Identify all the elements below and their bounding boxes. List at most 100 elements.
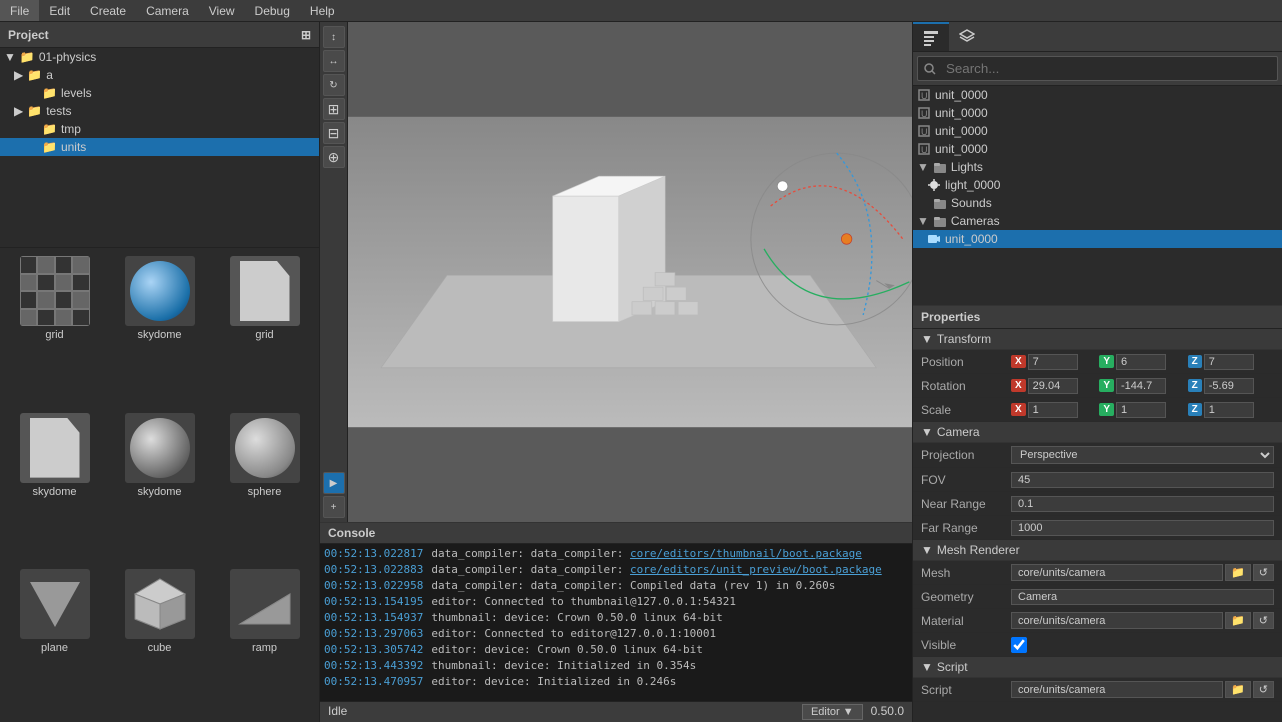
console-time: 00:52:13.022958 [324, 578, 423, 594]
scene-item-light0000[interactable]: light_0000 [913, 176, 1282, 194]
mesh-input[interactable] [1011, 564, 1223, 581]
asset-thumb-skydome2 [20, 413, 90, 483]
menu-debug[interactable]: Debug [245, 0, 300, 21]
scene-item-unit0[interactable]: U unit_0000 [913, 86, 1282, 104]
scene-item-label: unit_0000 [935, 106, 988, 120]
grid-cell [55, 256, 73, 274]
tree-item-levels[interactable]: 📁 levels [0, 84, 319, 102]
tree-item-01physics[interactable]: ▼ 📁 01-physics [0, 48, 319, 66]
grid-cell [20, 291, 38, 309]
material-clear-btn[interactable]: ↺ [1253, 612, 1274, 629]
script-clear-btn[interactable]: ↺ [1253, 681, 1274, 698]
search-icon [924, 63, 936, 75]
fov-input[interactable] [1011, 472, 1274, 488]
asset-skydome2[interactable]: skydome [4, 409, 105, 562]
material-input[interactable] [1011, 612, 1223, 629]
toolbar-pan-btn[interactable]: ↔ [323, 50, 345, 72]
rotation-values: X Y Z [1011, 378, 1274, 394]
rot-x-input[interactable] [1028, 378, 1078, 394]
scene-item-unit2[interactable]: U unit_0000 [913, 122, 1282, 140]
console-line: 00:52:13.297063 editor: Connected to edi… [324, 626, 908, 642]
scale-z-input[interactable] [1204, 402, 1254, 418]
projection-select[interactable]: Perspective [1011, 446, 1274, 464]
pos-z-input[interactable] [1204, 354, 1254, 370]
rot-z-input[interactable] [1204, 378, 1254, 394]
scene-item-unit3[interactable]: U unit_0000 [913, 140, 1282, 158]
asset-skydome1[interactable]: skydome [109, 252, 210, 405]
far-range-input[interactable] [1011, 520, 1274, 536]
asset-skydome3[interactable]: skydome [109, 409, 210, 562]
tree-item-a[interactable]: ▶ 📁 a [0, 66, 319, 84]
grid-cell [37, 291, 55, 309]
geometry-input[interactable] [1011, 589, 1274, 605]
pos-y-input[interactable] [1116, 354, 1166, 370]
scale-y-field: Y [1099, 402, 1185, 418]
editor-dropdown-btn[interactable]: Editor ▼ [802, 704, 863, 720]
scene-item-lights[interactable]: ▼ Mesh Renderer Lights [913, 158, 1282, 176]
toolbar-add-btn[interactable]: ⊕ [323, 146, 345, 168]
console-content[interactable]: 00:52:13.022817 data_compiler: data_comp… [320, 544, 912, 701]
search-input[interactable] [940, 59, 1271, 78]
asset-grid1[interactable]: grid [4, 252, 105, 405]
scale-x-input[interactable] [1028, 402, 1078, 418]
asset-sphere1[interactable]: sphere [214, 409, 315, 562]
menu-help[interactable]: Help [300, 0, 345, 21]
project-icon[interactable]: ⊞ [301, 28, 311, 42]
menu-file[interactable]: File [0, 0, 39, 21]
tree-item-units[interactable]: 📁 units [0, 138, 319, 156]
mesh-clear-btn[interactable]: ↺ [1253, 564, 1274, 581]
properties-label: Properties [921, 310, 980, 324]
console-footer-right: Editor ▼ 0.50.0 [802, 704, 904, 720]
visible-checkbox[interactable] [1011, 637, 1027, 653]
menu-view[interactable]: View [199, 0, 245, 21]
scene-item-cameras[interactable]: ▼ Cameras [913, 212, 1282, 230]
material-browse-btn[interactable]: 📁 [1225, 612, 1251, 629]
scene-item-label: Cameras [951, 214, 1000, 228]
scene-item-sounds[interactable]: Sounds [913, 194, 1282, 212]
camera-section-label: Camera [937, 425, 980, 439]
scale-y-input[interactable] [1116, 402, 1166, 418]
tree-item-tests[interactable]: ▶ 📁 tests [0, 102, 319, 120]
tab-layers[interactable] [949, 22, 985, 51]
transform-section-header[interactable]: ▼ Transform [913, 329, 1282, 350]
scene-item-label: unit_0000 [935, 88, 988, 102]
menu-camera[interactable]: Camera [136, 0, 199, 21]
search-bar [913, 52, 1282, 86]
mesh-renderer-section-header[interactable]: ▼ Mesh Renderer [913, 540, 1282, 561]
menu-create[interactable]: Create [80, 0, 136, 21]
console-line: 00:52:13.022817 data_compiler: data_comp… [324, 546, 908, 562]
tab-hierarchy[interactable] [913, 22, 949, 51]
pos-x-input[interactable] [1028, 354, 1078, 370]
unit-icon: U [917, 106, 931, 120]
script-input[interactable] [1011, 681, 1223, 698]
grid-cell [72, 309, 90, 327]
y-key: Y [1099, 355, 1114, 368]
asset-ramp1[interactable]: ramp [214, 565, 315, 718]
toolbar-rotate-btn[interactable]: ↻ [323, 74, 345, 96]
console-link[interactable]: core/editors/thumbnail/boot.package [630, 547, 862, 560]
script-browse-btn[interactable]: 📁 [1225, 681, 1251, 698]
arrow-icon: ▼ [917, 214, 929, 228]
console-link[interactable]: core/editors/unit_preview/boot.package [630, 563, 882, 576]
asset-grid2[interactable]: grid [214, 252, 315, 405]
mesh-browse-btn[interactable]: 📁 [1225, 564, 1251, 581]
viewport-3d[interactable] [348, 22, 912, 522]
asset-cube1[interactable]: cube [109, 565, 210, 718]
toolbar-grid2-btn[interactable]: ⊟ [323, 122, 345, 144]
camera-section-header[interactable]: ▼ Camera [913, 422, 1282, 443]
scene-item-unit1[interactable]: U unit_0000 [913, 104, 1282, 122]
menu-edit[interactable]: Edit [39, 0, 80, 21]
toolbar-grid-btn[interactable]: ⊞ [323, 98, 345, 120]
rot-y-input[interactable] [1116, 378, 1166, 394]
script-section-header[interactable]: ▼ Script [913, 657, 1282, 678]
toolbar-snap-btn[interactable]: + [323, 496, 345, 518]
toolbar-play-btn[interactable]: ▶ [323, 472, 345, 494]
scene-item-camera-unit[interactable]: unit_0000 [913, 230, 1282, 248]
near-range-input[interactable] [1011, 496, 1274, 512]
hierarchy-icon [923, 30, 939, 46]
tree-item-tmp[interactable]: 📁 tmp [0, 120, 319, 138]
toolbar-move-btn[interactable]: ↕ [323, 26, 345, 48]
asset-plane1[interactable]: plane [4, 565, 105, 718]
grid-thumb [20, 256, 90, 326]
gray-sphere2 [235, 418, 295, 478]
